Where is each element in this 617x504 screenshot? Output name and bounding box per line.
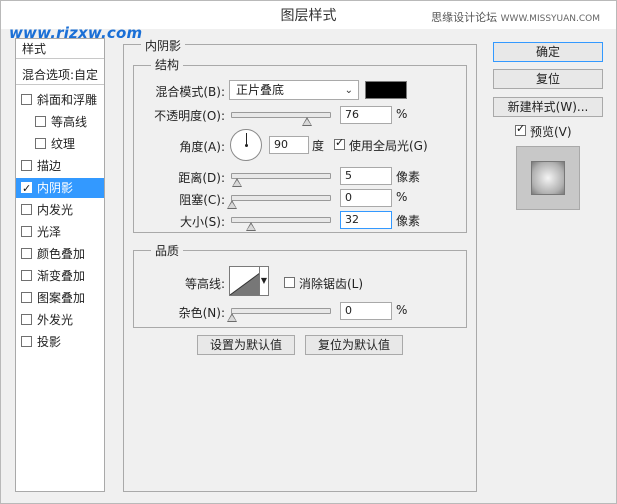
opacity-slider-thumb[interactable]: [302, 117, 312, 126]
style-item-label: 纹理: [51, 137, 76, 151]
blend-options-label: 混合选项:自定: [22, 68, 99, 82]
style-item-color-overlay[interactable]: 颜色叠加: [16, 244, 104, 264]
style-item-label: 外发光: [37, 313, 74, 327]
watermark-right-text: 思缘设计论坛: [431, 11, 498, 24]
opacity-label: 不透明度(O):: [154, 109, 225, 123]
style-item-label: 等高线: [51, 115, 88, 129]
preview-label: 预览(V): [530, 125, 572, 139]
distance-slider[interactable]: [231, 173, 331, 187]
contour-label: 等高线:: [184, 277, 225, 291]
blend-mode-label: 混合模式(B):: [155, 85, 225, 99]
checkbox-drop-shadow[interactable]: [21, 336, 32, 347]
styles-header[interactable]: 样式: [16, 39, 104, 59]
global-light-label: 使用全局光(G): [349, 139, 428, 153]
distance-label: 距离(D):: [178, 171, 225, 185]
opacity-unit: %: [396, 107, 408, 121]
distance-slider-thumb[interactable]: [232, 178, 242, 187]
style-item-stroke[interactable]: 描边: [16, 156, 104, 176]
style-item-label: 内发光: [37, 203, 74, 217]
style-item-label: 光泽: [37, 225, 62, 239]
style-item-label: 投影: [37, 335, 62, 349]
opacity-slider[interactable]: [231, 112, 331, 126]
preview-checkbox[interactable]: [515, 122, 526, 136]
style-item-pattern-overlay[interactable]: 图案叠加: [16, 288, 104, 308]
contour-dropdown[interactable]: ▼: [259, 266, 269, 296]
choke-slider[interactable]: [227, 195, 331, 209]
blend-options-item[interactable]: 混合选项:自定: [16, 65, 104, 85]
styles-list: 样式 混合选项:自定 斜面和浮雕 等高线 纹理 描边 内阴影 内发光: [15, 38, 105, 492]
checkbox-inner-shadow[interactable]: [21, 179, 32, 199]
noise-input[interactable]: 0: [340, 302, 392, 320]
angle-label: 角度(A):: [179, 140, 225, 154]
blend-mode-value: 正片叠底: [236, 83, 285, 97]
checkbox-color-overlay[interactable]: [21, 248, 32, 259]
style-item-satin[interactable]: 光泽: [16, 222, 104, 242]
checkbox-gradient-overlay[interactable]: [21, 270, 32, 281]
checkbox-contour[interactable]: [35, 116, 46, 127]
style-item-label: 颜色叠加: [37, 247, 86, 261]
watermark-right: 思缘设计论坛 WWW.MISSYUAN.COM: [431, 9, 600, 25]
style-item-texture[interactable]: 纹理: [16, 134, 104, 154]
noise-unit: %: [396, 303, 408, 317]
checkbox-satin[interactable]: [21, 226, 32, 237]
new-style-button[interactable]: 新建样式(W)...: [493, 97, 603, 117]
ok-button[interactable]: 确定: [493, 42, 603, 62]
structure-title: 结构: [151, 56, 184, 73]
watermark-right-site: WWW.MISSYUAN.COM: [500, 14, 600, 24]
reset-default-button[interactable]: 复位为默认值: [305, 335, 403, 355]
style-item-label: 图案叠加: [37, 291, 86, 305]
style-item-drop-shadow[interactable]: 投影: [16, 332, 104, 352]
opacity-input[interactable]: 76: [340, 106, 392, 124]
style-item-inner-glow[interactable]: 内发光: [16, 200, 104, 220]
style-item-contour[interactable]: 等高线: [16, 112, 104, 132]
layer-style-dialog: 图层样式 思缘设计论坛 WWW.MISSYUAN.COM www.rjzxw.c…: [0, 0, 617, 504]
antialias-checkbox[interactable]: [284, 277, 295, 288]
noise-slider[interactable]: [227, 308, 331, 322]
style-item-label: 斜面和浮雕: [37, 93, 98, 107]
checkbox-pattern-overlay[interactable]: [21, 292, 32, 303]
size-unit: 像素: [396, 214, 421, 228]
chevron-down-icon: ⌄: [344, 85, 353, 96]
noise-label: 杂色(N):: [178, 306, 225, 320]
caret-down-icon: ▼: [260, 276, 268, 285]
quality-title: 品质: [151, 242, 184, 259]
antialias-label: 消除锯齿(L): [299, 277, 364, 291]
angle-unit: 度: [312, 139, 325, 153]
inner-shadow-title: 内阴影: [141, 37, 186, 54]
choke-input[interactable]: 0: [340, 189, 392, 207]
style-item-label: 内阴影: [37, 181, 74, 195]
size-slider-thumb[interactable]: [246, 222, 256, 231]
angle-input[interactable]: 90: [269, 136, 309, 154]
choke-slider-thumb[interactable]: [227, 200, 237, 209]
size-slider[interactable]: [231, 217, 331, 231]
styles-header-label: 样式: [22, 42, 47, 56]
style-item-bevel[interactable]: 斜面和浮雕: [16, 90, 104, 110]
choke-unit: %: [396, 190, 408, 204]
size-label: 大小(S):: [179, 215, 225, 229]
checkbox-inner-glow[interactable]: [21, 204, 32, 215]
checkbox-texture[interactable]: [35, 138, 46, 149]
style-item-outer-glow[interactable]: 外发光: [16, 310, 104, 330]
blend-mode-select[interactable]: 正片叠底 ⌄: [229, 80, 359, 100]
noise-slider-thumb[interactable]: [227, 313, 237, 322]
checkbox-stroke[interactable]: [21, 160, 32, 171]
style-item-gradient-overlay[interactable]: 渐变叠加: [16, 266, 104, 286]
style-preview: [516, 146, 580, 210]
style-item-inner-shadow[interactable]: 内阴影: [16, 178, 104, 199]
style-preview-sample: [531, 161, 565, 195]
reset-button[interactable]: 复位: [493, 69, 603, 89]
checkbox-outer-glow[interactable]: [21, 314, 32, 325]
style-item-label: 描边: [37, 159, 62, 173]
distance-input[interactable]: 5: [340, 167, 392, 185]
style-item-label: 渐变叠加: [37, 269, 86, 283]
distance-unit: 像素: [396, 170, 421, 184]
choke-label: 阻塞(C):: [179, 193, 225, 207]
make-default-button[interactable]: 设置为默认值: [197, 335, 295, 355]
size-input[interactable]: 32: [340, 211, 392, 229]
global-light-checkbox[interactable]: [334, 136, 345, 150]
angle-center: [245, 144, 248, 147]
angle-dial[interactable]: [230, 129, 262, 161]
checkbox-bevel[interactable]: [21, 94, 32, 105]
shadow-color-swatch[interactable]: [365, 81, 407, 99]
